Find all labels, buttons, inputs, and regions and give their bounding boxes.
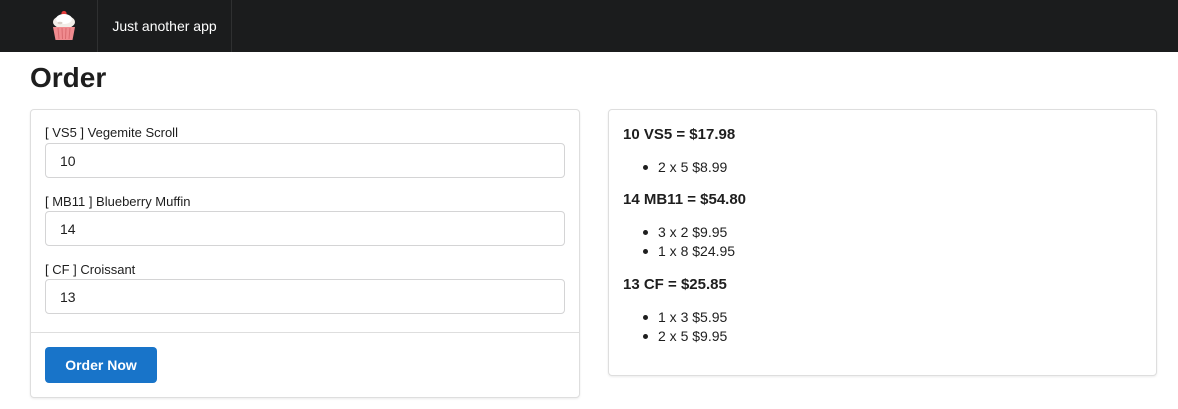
summary-heading-cf: 13 CF = $25.85 — [623, 276, 727, 293]
list-item: 2 x 5 $8.99 — [643, 159, 727, 175]
bullet-icon — [643, 333, 648, 339]
nav-item-app[interactable]: Just another app — [98, 0, 231, 52]
bullet-icon — [643, 314, 648, 320]
pack-line: 2 x 5 $9.95 — [658, 328, 728, 344]
page-title: Order — [30, 62, 107, 93]
top-navbar: Just another app — [0, 0, 1178, 52]
order-now-button[interactable]: Order Now — [45, 347, 157, 383]
pack-line: 1 x 3 $5.95 — [658, 309, 728, 325]
quantity-input-mb11[interactable] — [45, 211, 565, 246]
summary-heading-vs5: 10 VS5 = $17.98 — [623, 126, 736, 143]
quantity-input-cf[interactable] — [45, 279, 565, 314]
field-label-mb11: [ MB11 ] Blueberry Muffin — [45, 194, 191, 209]
pack-line: 2 x 5 $8.99 — [658, 159, 728, 175]
cupcake-icon — [52, 10, 75, 40]
nav-divider — [231, 0, 232, 52]
order-form: [ VS5 ] Vegemite Scroll [ MB11 ] Blueber… — [30, 109, 580, 398]
field-label-vs5: [ VS5 ] Vegemite Scroll — [45, 125, 178, 140]
pack-line: 1 x 8 $24.95 — [658, 243, 736, 259]
quantity-input-vs5[interactable] — [45, 143, 565, 178]
order-summary: 10 VS5 = $17.98 2 x 5 $8.99 14 MB11 = $5… — [608, 109, 1157, 376]
field-label-cf: [ CF ] Croissant — [45, 262, 136, 277]
list-item: 2 x 5 $9.95 — [643, 328, 727, 344]
bullet-icon — [643, 164, 648, 170]
summary-heading-mb11: 14 MB11 = $54.80 — [623, 191, 747, 208]
list-item: 1 x 8 $24.95 — [643, 243, 735, 259]
list-item: 1 x 3 $5.95 — [643, 309, 727, 325]
logo-link[interactable] — [30, 0, 97, 52]
list-item: 3 x 2 $9.95 — [643, 224, 727, 240]
pack-line: 3 x 2 $9.95 — [658, 224, 728, 240]
form-divider — [31, 332, 579, 333]
bullet-icon — [643, 229, 648, 235]
bullet-icon — [643, 248, 648, 254]
